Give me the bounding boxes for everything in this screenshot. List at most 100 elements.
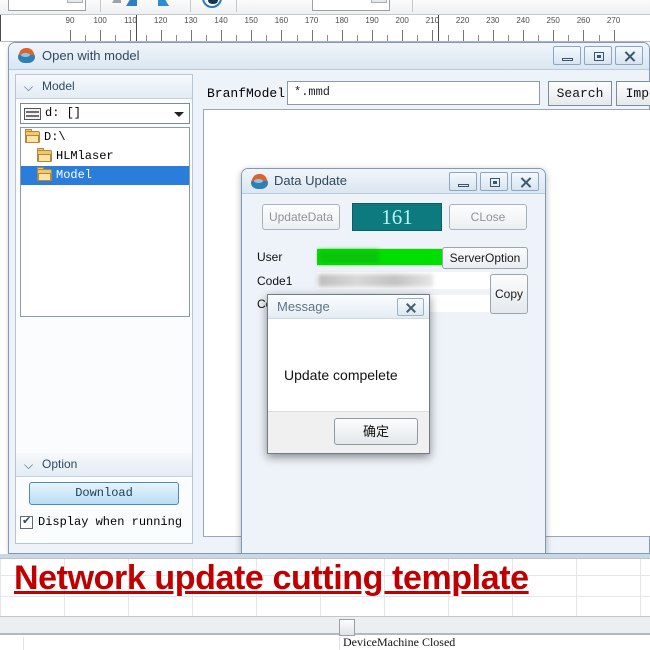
toolbar-spinbox-2[interactable]: 1.000: [312, 0, 390, 11]
file-filter-input[interactable]: *.mmd: [287, 81, 540, 105]
ruler-tick: [251, 30, 253, 41]
close-icon[interactable]: [615, 46, 643, 65]
copy-button[interactable]: Copy: [490, 274, 528, 314]
maximize-icon[interactable]: [584, 46, 612, 65]
search-button[interactable]: Search: [548, 81, 612, 106]
status-bar: DeviceMachine Closed: [0, 637, 650, 650]
ruler-label: 170: [304, 16, 319, 25]
folder-tree[interactable]: D:\ HLMlaser Model: [20, 127, 190, 317]
blue-triangle-icon[interactable]: [126, 0, 148, 10]
ruler-tick: [70, 30, 71, 41]
ruler-tick-minor: [447, 35, 449, 41]
display-when-running-label: Display when running: [38, 515, 183, 529]
ruler-tick: [221, 30, 222, 41]
ruler-tick: [341, 30, 343, 41]
ruler-tick-minor: [387, 35, 389, 41]
status-strip: [0, 616, 650, 636]
download-button[interactable]: Download: [29, 482, 179, 505]
ruler-tick-minor: [205, 35, 207, 41]
message-dialog-footer: 确定: [268, 411, 429, 453]
folder-icon: [25, 129, 40, 143]
caption-text: Network update cutting template: [14, 559, 529, 597]
tree-item[interactable]: D:\: [21, 128, 189, 147]
ruler-tick-minor: [145, 35, 147, 41]
data-update-window-controls: [449, 172, 539, 191]
chevron-down-icon: ⌵: [24, 80, 34, 94]
ruler-tick-minor: [266, 35, 268, 41]
ruler-tick: [190, 30, 192, 41]
ruler-label: 200: [395, 16, 409, 25]
ruler-tick-minor: [115, 35, 117, 41]
spinner-arrow-icon[interactable]: [67, 0, 83, 3]
screenshot-root: 0.000 90 90 1.000 90 100 110 120 130 140 150 16…: [0, 0, 650, 650]
code1-field-label: Code1: [257, 274, 293, 288]
minimize-icon[interactable]: [449, 172, 477, 191]
close-icon[interactable]: [511, 172, 539, 191]
option-section-header[interactable]: ⌵ Option: [16, 453, 192, 477]
main-window-body: ⌵ Model d: [] D:\ HLMlaser Model ⌵ Option …: [9, 70, 650, 554]
ruler-label: 190: [365, 16, 379, 25]
chevron-down-icon: ⌵: [24, 458, 34, 472]
update-data-button[interactable]: UpdateData: [262, 204, 340, 230]
horizontal-ruler: 90 100 110 120 130 140 150 160 170 180 190 200 210 22…: [0, 15, 650, 42]
server-option-button[interactable]: ServerOption: [442, 247, 528, 269]
app-globe-icon: [18, 48, 35, 65]
maximize-icon[interactable]: [480, 172, 508, 191]
ruler-label: 220: [455, 16, 470, 25]
message-dialog-content: Update compelete: [268, 319, 429, 411]
branf-model-label: BranfModel: [207, 86, 286, 101]
main-window-title: Open with model: [42, 48, 140, 63]
eye-icon[interactable]: [202, 0, 224, 10]
tree-item[interactable]: Model: [21, 166, 189, 185]
ruler-tick-minor: [477, 35, 479, 41]
ruler-tick: [432, 30, 434, 41]
ruler-tick-minor: [356, 35, 358, 41]
display-when-running-checkbox[interactable]: [20, 514, 33, 529]
folder-icon: [37, 167, 52, 181]
data-update-titlebar[interactable]: Data Update: [242, 169, 545, 194]
tree-item[interactable]: HLMlaser: [21, 147, 189, 166]
toolbar-spinbox-1[interactable]: 0.000: [8, 0, 86, 11]
minimize-icon[interactable]: [553, 46, 581, 65]
ruler-tick-minor: [417, 35, 419, 41]
main-window-titlebar[interactable]: Open with model: [9, 43, 649, 70]
display-when-running-checkbox-row[interactable]: Display when running: [20, 514, 183, 529]
application-toolbar: 0.000 90 90 1.000: [0, 0, 650, 15]
ruler-boundary: [136, 15, 137, 41]
status-text: DeviceMachine Closed: [343, 637, 456, 649]
ruler-boundary: [438, 15, 439, 41]
resize-handle[interactable]: [339, 619, 355, 636]
caption-band: Network update cutting template: [0, 554, 650, 616]
option-section-title: Option: [42, 457, 78, 471]
ok-button[interactable]: 确定: [334, 418, 418, 445]
toolbar-separator: [412, 0, 413, 12]
ruler-label: 110: [124, 16, 137, 25]
import-button[interactable]: Import: [616, 81, 650, 106]
tree-item-label: D:\: [44, 130, 66, 144]
close-icon[interactable]: [397, 298, 424, 316]
app-globe-icon: [251, 174, 268, 191]
ruler-tick-minor: [326, 35, 328, 41]
code1-field[interactable]: [317, 272, 490, 289]
user-field-blur: [319, 250, 379, 263]
code1-field-value-redacted: [318, 274, 433, 287]
message-dialog-titlebar[interactable]: Message: [268, 295, 429, 319]
ruler-tick: [372, 30, 373, 41]
close-button[interactable]: CLose: [449, 204, 527, 230]
toolbar-number-1: 90: [250, 0, 263, 3]
drive-selector[interactable]: d: []: [20, 103, 190, 124]
data-update-title: Data Update: [274, 173, 347, 188]
model-section-header[interactable]: ⌵ Model: [16, 75, 192, 99]
ruler-label: 100: [93, 16, 107, 25]
chevron-down-icon[interactable]: [174, 112, 184, 117]
spinner-arrow-icon[interactable]: [371, 0, 387, 3]
ruler-tick-minor: [236, 35, 238, 41]
ruler-tick-minor: [507, 35, 509, 41]
ruler-tick: [613, 30, 615, 41]
ruler-boundary: [0, 15, 1, 41]
ruler-label: 260: [576, 16, 591, 25]
flip-triangle-icon[interactable]: [158, 0, 180, 10]
drive-icon: [24, 108, 41, 120]
ruler-label: 160: [274, 16, 289, 25]
toolbar-separator: [100, 0, 101, 12]
